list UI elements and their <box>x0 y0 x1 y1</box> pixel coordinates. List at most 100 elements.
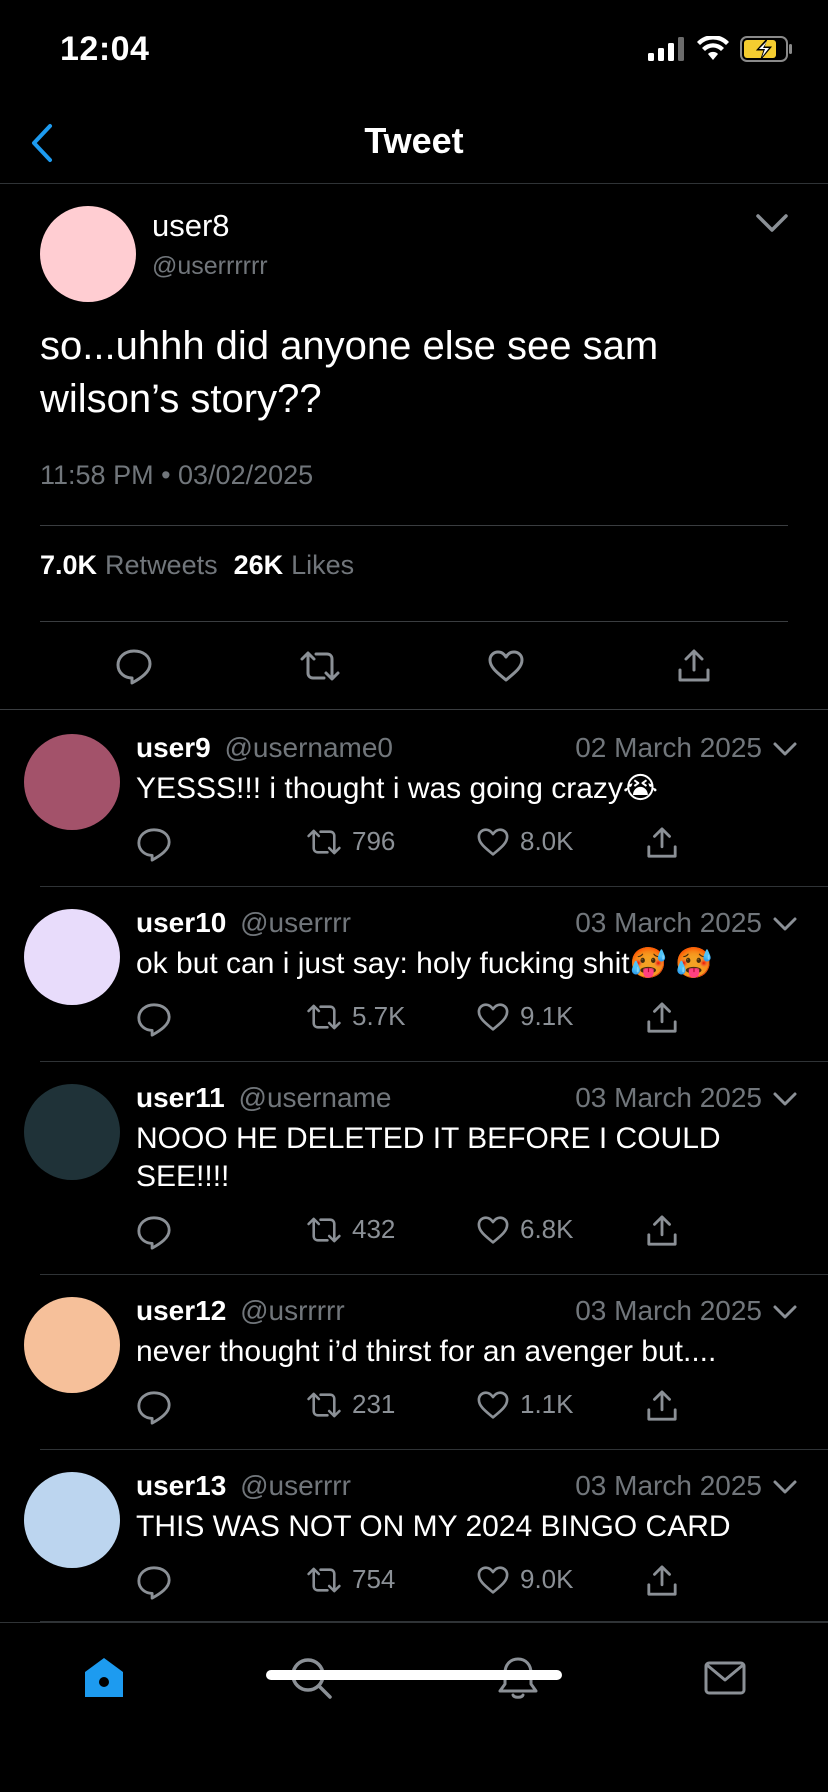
divider <box>40 525 788 526</box>
retweet-icon <box>307 1004 341 1029</box>
reply-tweet[interactable]: user10 @userrrr 03 March 2025 ok but can… <box>0 887 828 1062</box>
chevron-down-icon <box>773 742 797 756</box>
user-handle[interactable]: @userrrrrr <box>152 252 268 281</box>
reply-icon <box>137 1566 171 1600</box>
reply-date: 03 March 2025 <box>575 1470 762 1501</box>
reply-date: 03 March 2025 <box>575 1082 762 1113</box>
reply-text: THIS WAS NOT ON MY 2024 BINGO CARD <box>136 1510 731 1543</box>
display-name[interactable]: user8 <box>152 208 230 244</box>
share-button[interactable] <box>646 1389 678 1423</box>
reply-date: 03 March 2025 <box>575 907 762 938</box>
retweets-stat[interactable]: 7.0K Retweets <box>40 550 218 581</box>
retweet-button[interactable]: 231 <box>306 1389 395 1420</box>
reply-options-button[interactable] <box>772 1088 798 1110</box>
retweets-count: 7.0K <box>40 550 98 580</box>
display-name[interactable]: user11 <box>136 1082 225 1113</box>
reply-button[interactable] <box>136 1001 172 1037</box>
reply-options-button[interactable] <box>772 1301 798 1323</box>
reply-button[interactable] <box>136 1214 172 1250</box>
retweet-count: 5.7K <box>352 1001 406 1031</box>
reply-button[interactable] <box>136 826 172 862</box>
tweet-stats: 7.0K Retweets 26K Likes <box>40 550 354 581</box>
chevron-down-icon <box>756 214 788 232</box>
share-icon <box>647 1002 677 1033</box>
likes-stat[interactable]: 26K Likes <box>234 550 355 581</box>
like-button[interactable]: 9.0K <box>476 1564 574 1595</box>
like-button[interactable]: 1.1K <box>476 1389 574 1420</box>
reply-button[interactable] <box>112 644 156 688</box>
reply-icon <box>137 1003 171 1037</box>
share-button[interactable] <box>646 826 678 860</box>
display-name[interactable]: user9 <box>136 732 211 763</box>
retweet-count: 754 <box>352 1564 396 1594</box>
retweets-label: Retweets <box>105 550 218 580</box>
like-button[interactable]: 6.8K <box>476 1214 574 1245</box>
display-name[interactable]: user13 <box>136 1470 226 1501</box>
like-button[interactable]: 9.1K <box>476 1001 574 1032</box>
like-count: 1.1K <box>520 1389 574 1419</box>
tab-home[interactable] <box>79 1653 129 1703</box>
reply-text: ok but can i just say: holy fucking shit… <box>136 947 713 980</box>
reply-date: 02 March 2025 <box>575 732 762 763</box>
retweet-button[interactable]: 754 <box>306 1564 395 1595</box>
tab-messages[interactable] <box>700 1653 750 1703</box>
reply-action-bar: 432 6.8K <box>136 1214 696 1254</box>
reply-tweet[interactable]: user13 @userrrr 03 March 2025 THIS WAS N… <box>0 1450 828 1622</box>
like-icon <box>477 1565 509 1594</box>
reply-options-button[interactable] <box>772 913 798 935</box>
user-handle[interactable]: @userrrr <box>240 1470 351 1501</box>
retweet-button[interactable]: 5.7K <box>306 1001 406 1032</box>
like-count: 8.0K <box>520 826 574 856</box>
divider <box>40 621 788 622</box>
tweet-options-button[interactable] <box>754 208 790 238</box>
share-button[interactable] <box>646 1001 678 1035</box>
avatar[interactable] <box>24 734 120 830</box>
reply-tweet[interactable]: user11 @username 03 March 2025 NOOO HE D… <box>0 1062 828 1275</box>
nav-header: Tweet <box>0 100 828 184</box>
retweet-button[interactable]: 432 <box>306 1214 395 1245</box>
likes-label: Likes <box>291 550 355 580</box>
display-name[interactable]: user12 <box>136 1295 226 1326</box>
retweet-count: 231 <box>352 1389 396 1419</box>
share-button[interactable] <box>646 1214 678 1248</box>
reply-button[interactable] <box>136 1564 172 1600</box>
like-button[interactable]: 8.0K <box>476 826 574 857</box>
reply-action-bar: 231 1.1K <box>136 1389 696 1429</box>
share-icon <box>647 1565 677 1596</box>
share-button[interactable] <box>672 644 716 688</box>
retweet-button[interactable]: 796 <box>306 826 395 857</box>
share-icon <box>647 1215 677 1246</box>
avatar[interactable] <box>40 206 136 302</box>
like-button[interactable] <box>484 644 528 688</box>
avatar[interactable] <box>24 1472 120 1568</box>
cellular-signal-icon <box>648 37 686 66</box>
reply-icon <box>137 1216 171 1250</box>
user-handle[interactable]: @usrrrrr <box>240 1295 345 1326</box>
tweet-timestamp: 11:58 PM • 03/02/2025 <box>40 460 314 490</box>
wifi-icon <box>696 35 730 67</box>
user-handle[interactable]: @username <box>239 1082 392 1113</box>
avatar[interactable] <box>24 909 120 1005</box>
reply-header: user13 @userrrr <box>136 1470 351 1502</box>
share-button[interactable] <box>646 1564 678 1598</box>
retweet-button[interactable] <box>298 644 342 688</box>
user-handle[interactable]: @username0 <box>225 732 394 763</box>
retweet-icon <box>307 1217 341 1242</box>
messages-icon <box>704 1661 746 1695</box>
user-handle[interactable]: @userrrr <box>240 907 351 938</box>
reply-header: user9 @username0 <box>136 732 393 764</box>
reply-options-button[interactable] <box>772 738 798 760</box>
reply-tweet[interactable]: user12 @usrrrrr 03 March 2025 never thou… <box>0 1275 828 1450</box>
reply-icon <box>137 1391 171 1425</box>
display-name[interactable]: user10 <box>136 907 226 938</box>
avatar[interactable] <box>24 1084 120 1180</box>
chevron-down-icon <box>773 1480 797 1494</box>
reply-action-bar: 754 9.0K <box>136 1564 696 1604</box>
reply-button[interactable] <box>136 1389 172 1425</box>
reply-text: YESSS!!! i thought i was going crazy😭 <box>136 772 658 805</box>
retweet-icon <box>300 651 340 681</box>
reply-tweet[interactable]: user9 @username0 02 March 2025 YESSS!!! … <box>0 712 828 887</box>
reply-options-button[interactable] <box>772 1476 798 1498</box>
status-time: 12:04 <box>60 30 150 68</box>
avatar[interactable] <box>24 1297 120 1393</box>
